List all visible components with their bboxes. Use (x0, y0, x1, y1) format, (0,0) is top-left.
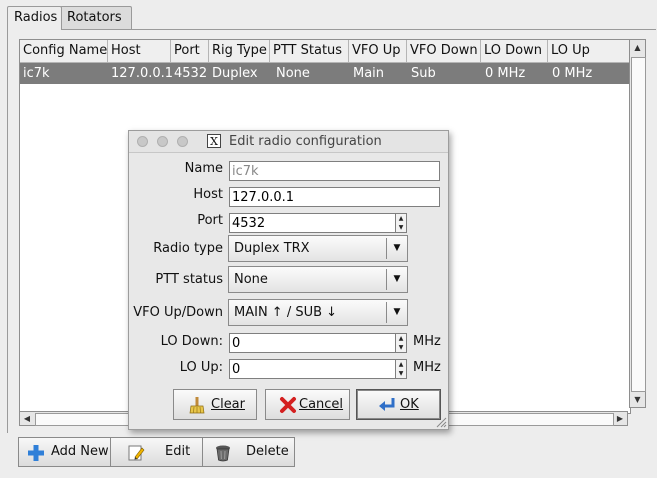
port-label: Port (197, 213, 223, 228)
chevron-down-icon[interactable]: ▼ (386, 302, 407, 323)
column-header-port[interactable]: Port (171, 40, 209, 62)
lo-down-input[interactable] (229, 333, 396, 353)
increment-icon[interactable]: ▲ (396, 334, 406, 343)
plus-icon (28, 445, 44, 461)
radio-type-label: Radio type (153, 241, 223, 256)
cell-lo-down: 0 MHz (485, 66, 526, 81)
close-window-icon[interactable] (137, 136, 148, 147)
decrement-icon[interactable]: ▼ (396, 369, 406, 378)
dialog-titlebar[interactable]: X Edit radio configuration (129, 131, 448, 153)
lo-up-unit: MHz (413, 360, 441, 375)
cell-port: 4532 (174, 66, 208, 81)
delete-button[interactable]: Delete (202, 437, 295, 467)
lo-up-label: LO Up: (179, 360, 223, 375)
decrement-icon[interactable]: ▼ (396, 223, 406, 232)
edit-button[interactable]: Edit (110, 437, 203, 467)
increment-icon[interactable]: ▲ (396, 360, 406, 369)
chevron-down-icon[interactable]: ▼ (386, 238, 407, 259)
vertical-scrollbar[interactable]: ▲ ▼ (629, 39, 646, 408)
cell-ptt-status: None (276, 66, 310, 81)
ok-button[interactable]: OK (356, 389, 441, 420)
lo-down-label: LO Down: (160, 334, 223, 349)
tab-radios[interactable]: Radios (7, 6, 62, 30)
vfo-value: MAIN ↑ / SUB ↓ (234, 305, 338, 320)
vertical-scroll-thumb[interactable] (631, 57, 646, 392)
ok-label: OK (400, 397, 419, 412)
clear-button[interactable]: Clear (173, 389, 257, 420)
vfo-label: VFO Up/Down (133, 305, 223, 320)
host-label: Host (193, 187, 223, 202)
column-header-ptt-status[interactable]: PTT Status (270, 40, 349, 62)
cancel-label: Cancel (299, 397, 344, 412)
edit-radio-dialog: X Edit radio configuration Name Host Por… (128, 130, 449, 430)
column-header-vfo-up[interactable]: VFO Up (349, 40, 407, 62)
lo-down-unit: MHz (413, 334, 441, 349)
ptt-status-select[interactable]: None ▼ (228, 266, 408, 293)
lo-up-stepper[interactable]: ▲ ▼ (396, 359, 407, 379)
lo-down-stepper[interactable]: ▲ ▼ (396, 333, 407, 353)
table-header: Config Name Host Port Rig Type PTT Statu… (20, 40, 630, 63)
column-header-config-name[interactable]: Config Name (20, 40, 108, 62)
ptt-status-value: None (234, 272, 268, 287)
maximize-window-icon[interactable] (177, 136, 188, 147)
column-header-lo-up[interactable]: LO Up (548, 40, 630, 62)
cell-rig-type: Duplex (212, 66, 258, 81)
host-input[interactable] (229, 187, 440, 207)
column-header-host[interactable]: Host (108, 40, 171, 62)
return-arrow-icon (379, 398, 395, 411)
decrement-icon[interactable]: ▼ (396, 343, 406, 352)
cell-vfo-up: Main (353, 66, 385, 81)
chevron-down-icon[interactable]: ▼ (386, 269, 407, 290)
delete-label: Delete (246, 444, 289, 459)
scroll-left-icon[interactable]: ◀ (20, 412, 34, 425)
port-input[interactable] (229, 213, 396, 233)
cancel-button[interactable]: Cancel (265, 389, 350, 420)
cell-vfo-down: Sub (411, 66, 436, 81)
table-row[interactable]: ic7k 127.0.0.1 4532 Duplex None Main Sub… (20, 63, 630, 84)
add-new-label: Add New (51, 444, 109, 459)
radio-type-select[interactable]: Duplex TRX ▼ (228, 235, 408, 262)
cancel-x-icon (280, 397, 296, 413)
cell-host: 127.0.0.1 (111, 66, 174, 81)
x11-app-icon: X (207, 134, 221, 148)
lo-up-input[interactable] (229, 359, 396, 379)
edit-pencil-icon (128, 445, 145, 461)
trash-can-icon (216, 445, 230, 462)
scroll-right-icon[interactable]: ▶ (613, 412, 627, 425)
tab-rotators[interactable]: Rotators (60, 6, 132, 29)
cell-config-name: ic7k (23, 66, 50, 81)
scroll-up-icon[interactable]: ▲ (630, 40, 645, 55)
name-input[interactable] (229, 161, 440, 181)
column-header-rig-type[interactable]: Rig Type (209, 40, 270, 62)
vfo-select[interactable]: MAIN ↑ / SUB ↓ ▼ (228, 299, 408, 326)
column-header-lo-down[interactable]: LO Down (481, 40, 548, 62)
name-label: Name (184, 161, 223, 176)
resize-grip-icon[interactable] (435, 416, 447, 428)
increment-icon[interactable]: ▲ (396, 214, 406, 223)
broom-icon (189, 397, 205, 414)
ptt-status-label: PTT status (155, 272, 223, 287)
dialog-title: Edit radio configuration (229, 134, 382, 149)
add-new-button[interactable]: Add New (18, 437, 111, 467)
scroll-down-icon[interactable]: ▼ (630, 392, 645, 407)
edit-label: Edit (165, 444, 191, 459)
clear-label: Clear (211, 397, 245, 412)
port-stepper[interactable]: ▲ ▼ (396, 213, 407, 233)
minimize-window-icon[interactable] (157, 136, 168, 147)
column-header-vfo-down[interactable]: VFO Down (407, 40, 481, 62)
radio-type-value: Duplex TRX (234, 241, 310, 256)
cell-lo-up: 0 MHz (552, 66, 593, 81)
